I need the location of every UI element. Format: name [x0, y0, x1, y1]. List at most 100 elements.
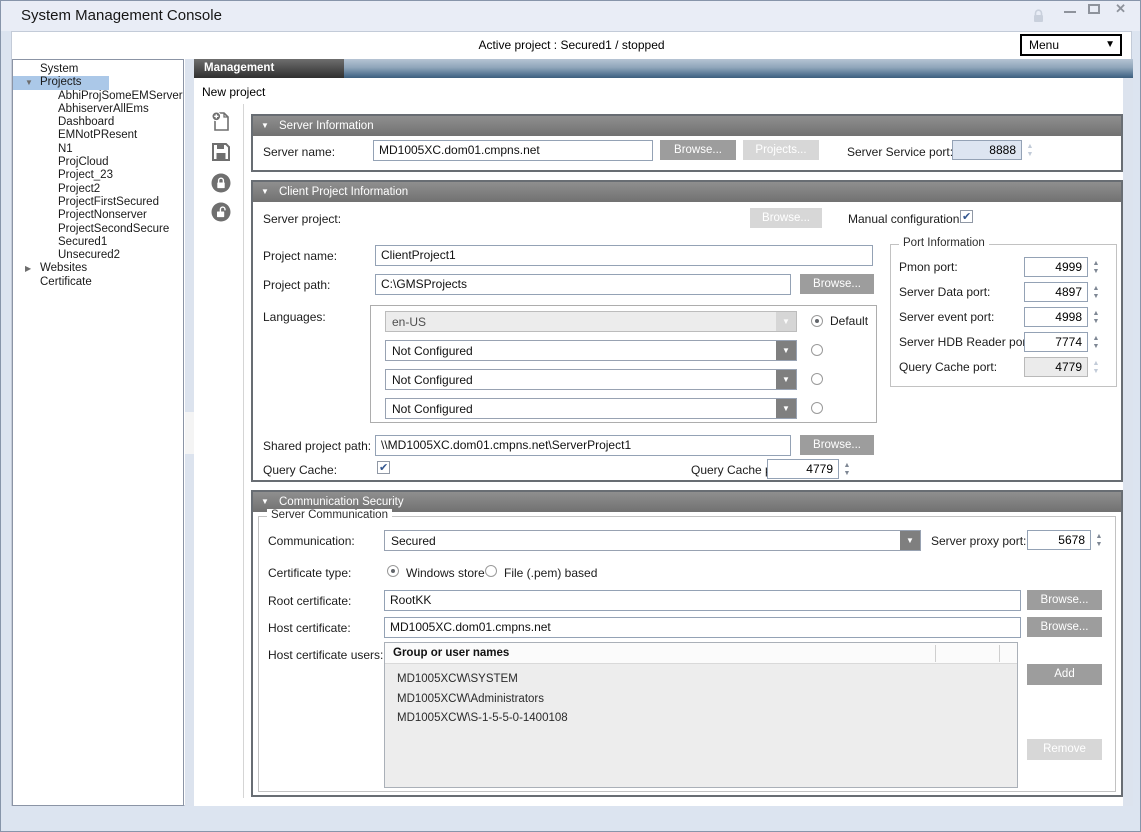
tab-management[interactable]: Management — [194, 59, 344, 78]
tree-item-label: Projects — [40, 76, 82, 88]
port-spinner[interactable]: 4998 — [1024, 307, 1088, 327]
host-certificate-browse-button[interactable]: Browse... — [1027, 617, 1102, 637]
certificate-user-row[interactable]: MD1005XCW\Administrators — [397, 693, 544, 705]
column-divider[interactable] — [999, 645, 1000, 662]
server-project-label: Server project: — [263, 212, 341, 226]
tree-item-projectfirstsecured[interactable]: ProjectFirstSecured — [13, 196, 183, 209]
tree-item-projectnonserver[interactable]: ProjectNonserver — [13, 209, 183, 222]
chevron-down-icon[interactable]: ▼ — [776, 399, 796, 418]
menu-dropdown[interactable]: Menu ▼ — [1020, 34, 1122, 56]
communication-select[interactable]: Secured ▼ — [384, 530, 921, 551]
certificate-user-row[interactable]: MD1005XCW\SYSTEM — [397, 673, 518, 685]
port-information-group: Port Information Pmon port:4999▲▼Server … — [890, 244, 1117, 387]
server-proxy-port-spinner[interactable]: 5678 — [1027, 530, 1091, 550]
port-row: Server HDB Reader port:7774▲▼ — [891, 332, 1116, 352]
tree-item-abhiprojsomeemserver[interactable]: AbhiProjSomeEMServer — [13, 90, 183, 103]
collapse-icon[interactable]: ▼ — [25, 76, 39, 89]
tree-item-secured1[interactable]: Secured1 — [13, 236, 183, 249]
query-cache-checkbox[interactable] — [377, 461, 390, 474]
tree-item-project_23[interactable]: Project_23 — [13, 169, 183, 182]
port-spin-arrows[interactable]: ▲▼ — [1090, 257, 1102, 277]
tree-item-certificate[interactable]: Certificate — [13, 276, 183, 289]
server-project-browse-button: Browse... — [750, 208, 822, 228]
minimize-icon[interactable] — [1064, 11, 1076, 13]
project-path-input[interactable]: C:\GMSProjects — [375, 274, 791, 295]
section-server-information: ▼ Server Information Server name: MD1005… — [251, 114, 1123, 172]
port-row: Server event port:4998▲▼ — [891, 307, 1116, 327]
server-browse-button[interactable]: Browse... — [660, 140, 736, 160]
tree-item-abhiserverallems[interactable]: AbhiserverAllEms — [13, 103, 183, 116]
tree-item-system[interactable]: System — [13, 63, 183, 76]
tree-item-dashboard[interactable]: Dashboard — [13, 116, 183, 129]
shared-project-path-label: Shared project path: — [263, 439, 371, 453]
maximize-icon[interactable] — [1088, 4, 1100, 14]
tree-item-label: Unsecured2 — [58, 249, 120, 261]
certificate-user-row[interactable]: MD1005XCW\S-1-5-5-0-1400108 — [397, 712, 568, 724]
lock-icon[interactable] — [210, 172, 232, 194]
port-spin-arrows[interactable]: ▲▼ — [1090, 307, 1102, 327]
unlock-icon[interactable] — [210, 201, 232, 223]
port-spinner[interactable]: 4999 — [1024, 257, 1088, 277]
tree-item-n1[interactable]: N1 — [13, 143, 183, 156]
port-spin-arrows[interactable]: ▲▼ — [1090, 282, 1102, 302]
windows-store-label: Windows store — [406, 566, 485, 580]
language-default-radio[interactable] — [811, 315, 823, 327]
language-select[interactable]: Not Configured▼ — [385, 369, 797, 390]
language-select[interactable]: Not Configured▼ — [385, 340, 797, 361]
tree-scrollbar-thumb[interactable] — [185, 412, 194, 454]
tree-item-projcloud[interactable]: ProjCloud — [13, 156, 183, 169]
root-certificate-input[interactable]: RootKK — [384, 590, 1021, 611]
manual-configuration-checkbox[interactable] — [960, 210, 973, 223]
languages-label: Languages: — [263, 310, 326, 324]
language-default-radio[interactable] — [811, 344, 823, 356]
chevron-down-icon[interactable]: ▼ — [776, 370, 796, 389]
tree-item-project2[interactable]: Project2 — [13, 183, 183, 196]
project-path-browse-button[interactable]: Browse... — [800, 274, 874, 294]
tree-item-emnotpresent[interactable]: EMNotPResent — [13, 129, 183, 142]
manual-configuration-label: Manual configuration — [848, 212, 959, 226]
service-port-spinner[interactable]: 8888 — [952, 140, 1022, 160]
port-spinner[interactable]: 4897 — [1024, 282, 1088, 302]
language-select[interactable]: Not Configured▼ — [385, 398, 797, 419]
shared-path-browse-button[interactable]: Browse... — [800, 435, 874, 455]
expand-icon[interactable]: ▶ — [25, 262, 39, 275]
root-certificate-browse-button[interactable]: Browse... — [1027, 590, 1102, 610]
tree-item-label: AbhiserverAllEms — [58, 103, 149, 115]
column-divider[interactable] — [935, 645, 936, 662]
project-name-input[interactable]: ClientProject1 — [375, 245, 873, 266]
new-project-icon[interactable] — [210, 110, 232, 132]
main-scrollbar[interactable] — [1123, 78, 1133, 806]
host-certificate-users-label: Host certificate users: — [268, 648, 383, 662]
shared-project-path-input[interactable]: \\MD1005XC.dom01.cmpns.net\ServerProject… — [375, 435, 791, 456]
communication-label: Communication: — [268, 534, 355, 548]
server-proxy-port-spin-arrows[interactable]: ▲▼ — [1093, 530, 1105, 550]
add-user-button[interactable]: Add — [1027, 664, 1102, 685]
chevron-down-icon: ▼ — [1105, 39, 1115, 50]
windows-store-radio[interactable] — [387, 565, 399, 577]
section-header-server-information[interactable]: ▼ Server Information — [253, 116, 1121, 136]
certificate-users-list[interactable]: Group or user names MD1005XCW\SYSTEMMD10… — [384, 642, 1018, 788]
tree-item-projects[interactable]: ▼Projects — [13, 76, 109, 89]
tree-item-label: Dashboard — [58, 116, 114, 128]
query-cache-port-spin-arrows[interactable]: ▲▼ — [841, 459, 853, 479]
server-name-input[interactable]: MD1005XC.dom01.cmpns.net — [373, 140, 653, 161]
tree-item-unsecured2[interactable]: Unsecured2 — [13, 249, 183, 262]
section-client-project-information: ▼ Client Project Information Server proj… — [251, 180, 1123, 482]
collapse-icon: ▼ — [261, 116, 269, 136]
port-label: Server Data port: — [899, 285, 990, 299]
language-default-radio[interactable] — [811, 373, 823, 385]
tree-item-projectsecondsecure[interactable]: ProjectSecondSecure — [13, 223, 183, 236]
query-cache-port-spinner[interactable]: 4779 — [767, 459, 839, 479]
section-header-client-project[interactable]: ▼ Client Project Information — [253, 182, 1121, 202]
host-certificate-input[interactable]: MD1005XC.dom01.cmpns.net — [384, 617, 1021, 638]
tree-scrollbar[interactable] — [185, 59, 194, 806]
tree-item-websites[interactable]: ▶Websites — [13, 262, 183, 275]
port-spin-arrows[interactable]: ▲▼ — [1090, 332, 1102, 352]
file-pem-radio[interactable] — [485, 565, 497, 577]
save-icon[interactable] — [210, 141, 232, 163]
chevron-down-icon[interactable]: ▼ — [900, 531, 920, 550]
close-icon[interactable]: ✕ — [1115, 1, 1126, 17]
language-default-radio[interactable] — [811, 402, 823, 414]
port-spinner[interactable]: 7774 — [1024, 332, 1088, 352]
chevron-down-icon[interactable]: ▼ — [776, 341, 796, 360]
